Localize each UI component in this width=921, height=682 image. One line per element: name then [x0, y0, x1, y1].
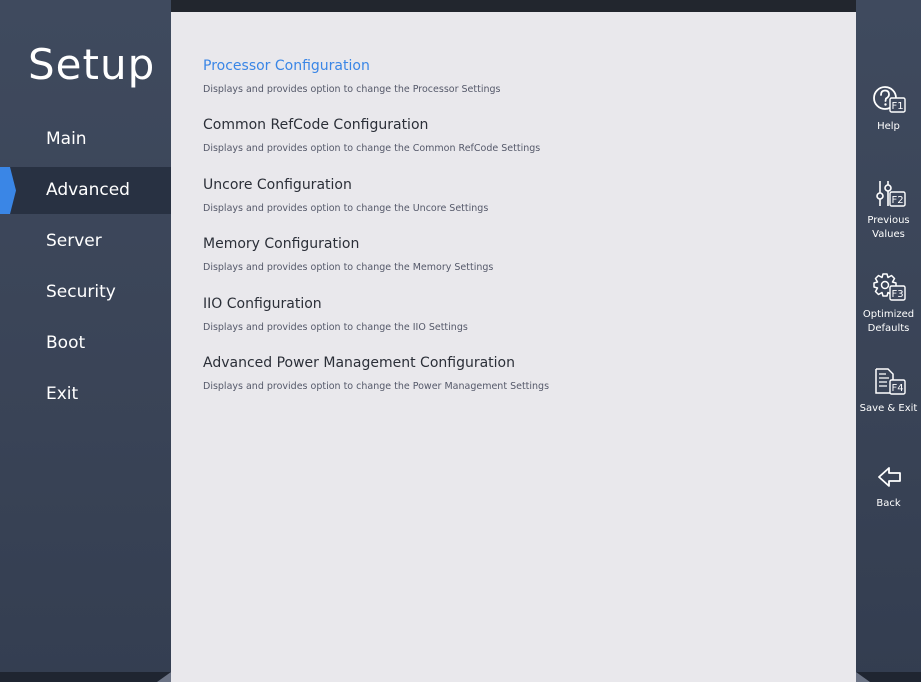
entry-description: Displays and provides option to change t… [203, 321, 468, 333]
entry-title: Memory Configuration [203, 236, 360, 253]
toolbar-footer-bar [856, 672, 921, 682]
save-document-icon: F4 [874, 368, 906, 395]
sidebar-item-label: Main [46, 129, 87, 149]
content-panel: Processor Configuration Displays and pro… [171, 0, 856, 682]
optimized-defaults-button[interactable]: F3 Optimized Defaults [856, 272, 921, 336]
menu-entry-advanced-power-management-configuration[interactable]: Advanced Power Management Configuration … [203, 353, 823, 412]
sidebar-item-main[interactable]: Main [0, 116, 171, 163]
sidebar-item-label: Security [46, 282, 116, 302]
menu-entry-uncore-configuration[interactable]: Uncore Configuration Displays and provid… [203, 175, 823, 234]
entry-title: Processor Configuration [203, 58, 370, 74]
gear-icon: F3 [872, 273, 906, 301]
content-top-bar [171, 0, 856, 12]
sidebar-item-label: Exit [46, 384, 79, 404]
entry-description: Displays and provides option to change t… [203, 143, 541, 155]
entry-title: Advanced Power Management Configuration [203, 354, 515, 371]
sidebar-footer-bar [0, 672, 171, 682]
entry-description: Displays and provides option to change t… [203, 202, 489, 214]
menu-entry-processor-configuration[interactable]: Processor Configuration Displays and pro… [203, 56, 823, 115]
back-arrow-icon [877, 467, 901, 487]
sidebar-item-label: Advanced [46, 180, 130, 200]
menu-entries: Processor Configuration Displays and pro… [203, 56, 823, 412]
optimized-defaults-key-label: F3 [891, 289, 903, 300]
previous-values-label: Previous Values [867, 215, 910, 240]
previous-values-button[interactable]: F2 Previous Values [856, 178, 921, 242]
help-button[interactable]: F1 Help [856, 84, 921, 134]
menu-entry-iio-configuration[interactable]: IIO Configuration Displays and provides … [203, 294, 823, 353]
entry-title: IIO Configuration [203, 295, 322, 312]
back-button[interactable]: Back [856, 461, 921, 511]
help-icon: F1 [872, 86, 906, 113]
sidebar-item-exit[interactable]: Exit [0, 371, 171, 418]
sidebar-item-label: Server [46, 231, 102, 251]
sidebar-nav: Main Advanced Server Security Boot Exit [0, 116, 171, 422]
sidebar-item-advanced[interactable]: Advanced [0, 167, 171, 214]
sidebar-title: Setup [28, 40, 156, 89]
entry-title: Uncore Configuration [203, 176, 352, 193]
optimized-defaults-label: Optimized Defaults [862, 309, 915, 334]
previous-values-key-label: F2 [891, 195, 903, 206]
sliders-icon: F2 [875, 181, 906, 207]
sidebar: Setup Main Advanced Server Security Boot… [0, 0, 171, 682]
help-key-label: F1 [891, 101, 903, 112]
sidebar-item-boot[interactable]: Boot [0, 320, 171, 367]
function-key-toolbar: F1 Help F2 Previous Values F3 Optimized … [856, 0, 921, 682]
sidebar-footer-notch [157, 672, 171, 682]
sidebar-item-label: Boot [46, 333, 86, 353]
sidebar-item-security[interactable]: Security [0, 269, 171, 316]
sidebar-item-server[interactable]: Server [0, 218, 171, 265]
active-marker-icon [0, 167, 16, 214]
help-label: Help [877, 121, 900, 132]
save-exit-button[interactable]: F4 Save & Exit [856, 366, 921, 416]
toolbar-footer-notch [856, 672, 870, 682]
entry-description: Displays and provides option to change t… [203, 380, 550, 392]
save-exit-label: Save & Exit [859, 403, 918, 414]
menu-entry-memory-configuration[interactable]: Memory Configuration Displays and provid… [203, 234, 823, 293]
menu-entry-common-refcode-configuration[interactable]: Common RefCode Configuration Displays an… [203, 115, 823, 174]
entry-description: Displays and provides option to change t… [203, 84, 501, 95]
save-exit-key-label: F4 [891, 383, 903, 394]
entry-title: Common RefCode Configuration [203, 117, 429, 134]
bios-setup-window: Setup Main Advanced Server Security Boot… [0, 0, 921, 682]
entry-description: Displays and provides option to change t… [203, 262, 494, 274]
back-label: Back [876, 498, 901, 509]
